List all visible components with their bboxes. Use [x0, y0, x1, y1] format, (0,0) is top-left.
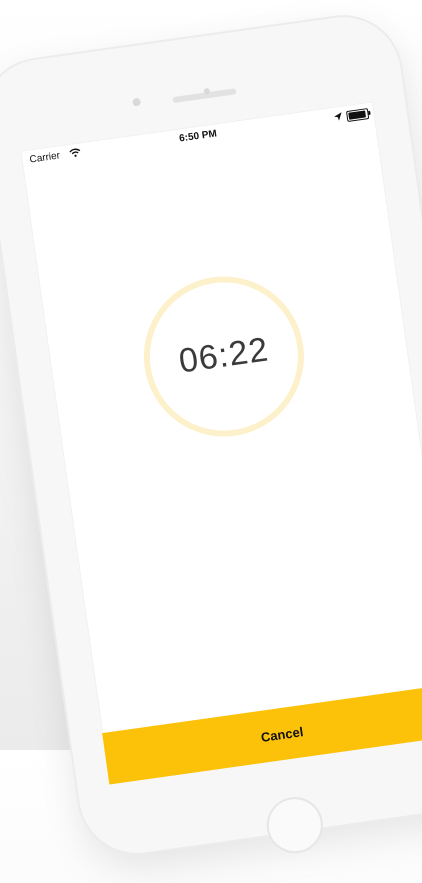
- app-screen: Carrier 6:50 PM 06:22 Cancel: [20, 101, 422, 785]
- location-arrow-icon: [333, 112, 344, 125]
- front-camera-icon: [132, 97, 142, 107]
- volume-up-button: [0, 241, 8, 294]
- battery-icon: [345, 108, 371, 122]
- cancel-button[interactable]: Cancel: [62, 677, 422, 785]
- phone-frame: Carrier 6:50 PM 06:22 Cancel: [0, 9, 422, 861]
- timer-countdown: 06:22: [176, 330, 272, 381]
- home-button[interactable]: [263, 793, 327, 857]
- timer-ring: 06:22: [133, 266, 315, 447]
- status-time: 6:50 PM: [178, 128, 218, 145]
- status-bar: Carrier 6:50 PM: [20, 101, 376, 174]
- volume-down-button: [5, 305, 18, 358]
